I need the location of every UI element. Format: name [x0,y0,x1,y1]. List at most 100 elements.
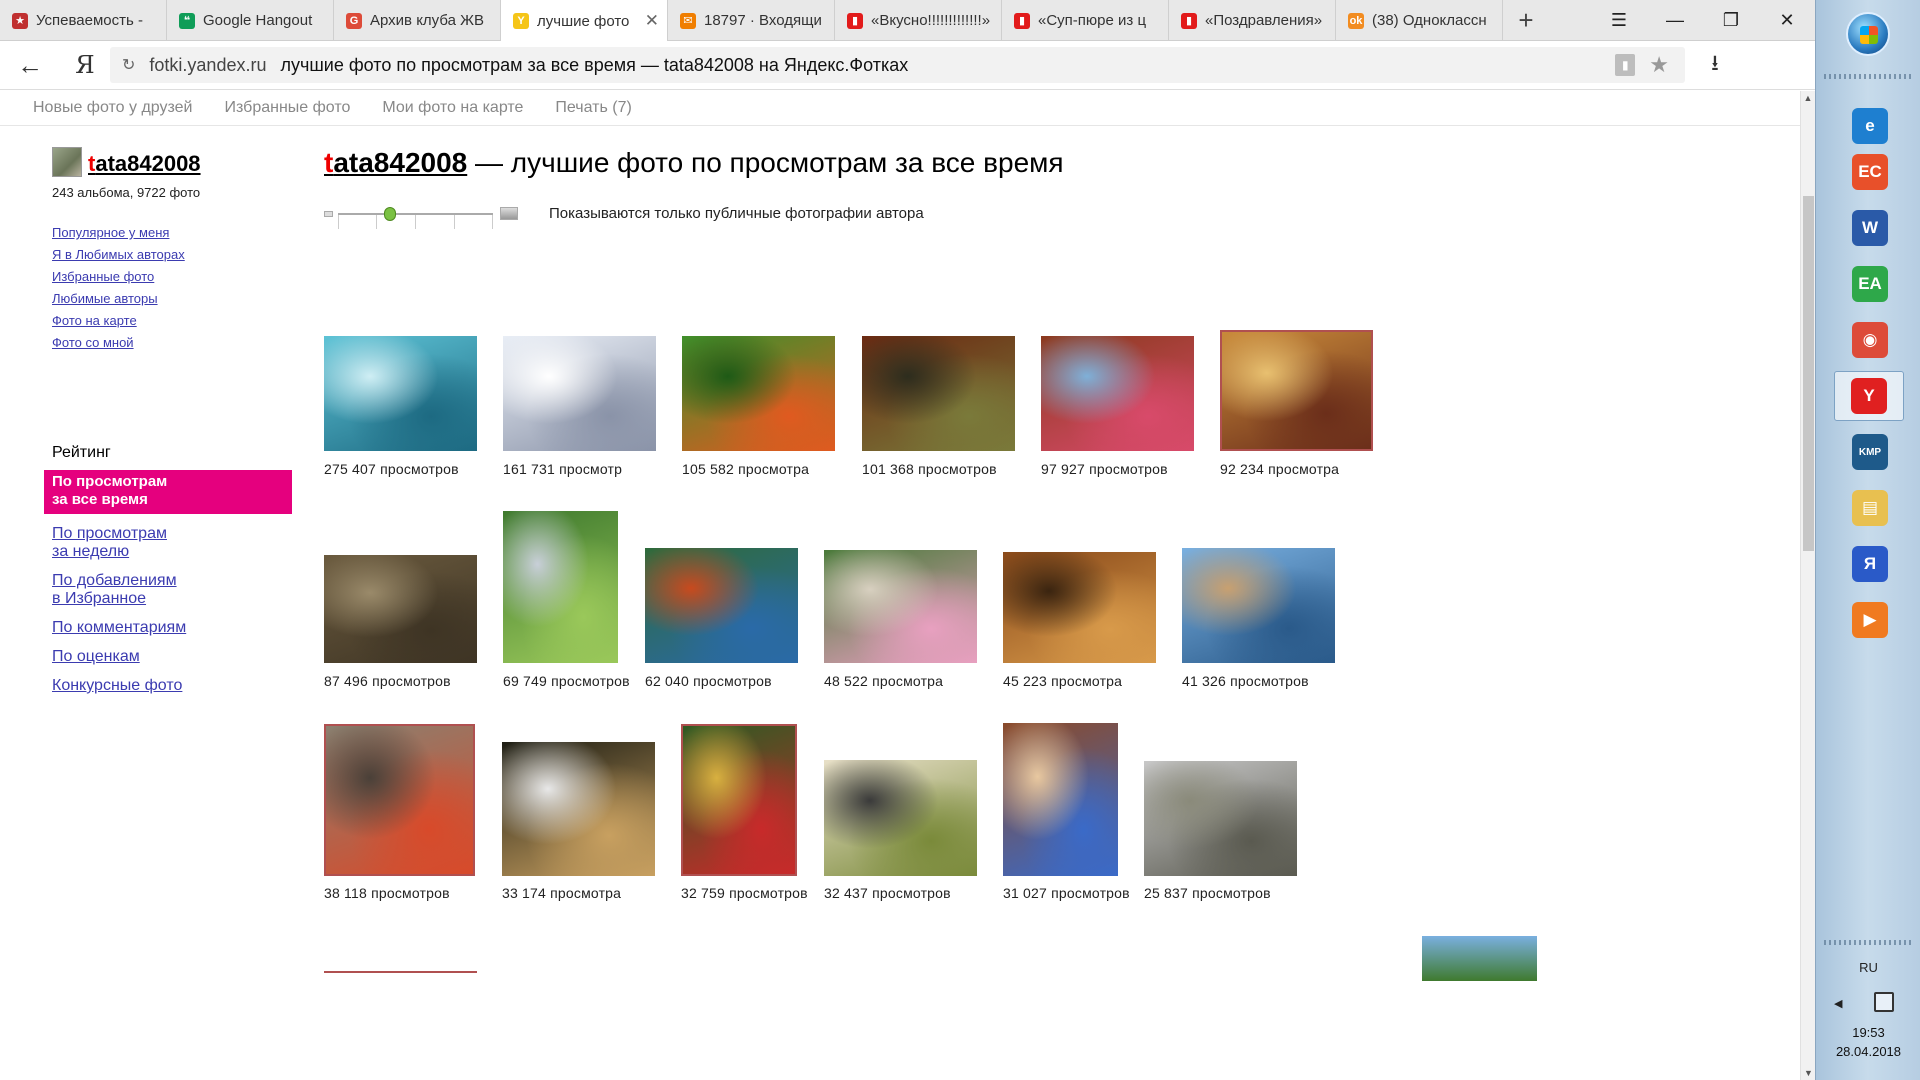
tab-0[interactable]: ★ Успеваемость - [0,0,167,41]
clock-date[interactable]: 28.04.2018 [1816,1044,1920,1059]
photo-thumbnail-bullfinch-branches[interactable] [324,724,475,876]
photo-thumbnail-red-green-leaves[interactable] [682,336,835,451]
rating-link-line1: По комментариям [52,619,187,636]
sidebar-link-2[interactable]: Избранные фото [52,266,304,288]
sidebar-link-0[interactable]: Популярное у меня [52,222,304,244]
tab-label: «Поздравления» [1205,12,1323,29]
sidebar-links: Популярное у меня Я в Любимых авторах Избр… [52,222,304,354]
sidebar-link-3[interactable]: Любимые авторы [52,288,304,310]
photo-thumbnail-christmas-tree[interactable] [681,724,797,876]
downloads-icon[interactable]: ⭳ [1685,41,1745,90]
new-tab-button[interactable]: + [1503,0,1549,40]
tab-5[interactable]: ▮ «Вкусно!!!!!!!!!!!!!» [835,0,1002,41]
tray-expand-icon[interactable]: ◀ [1834,997,1842,1010]
rating-link-1[interactable]: По добавлениям в Избранное [52,572,304,608]
photo-thumbnail-ring-sculpture-sea[interactable] [1182,548,1335,663]
minimize-button[interactable]: — [1647,0,1703,41]
url-field[interactable]: ↻ fotki.yandex.ru лучшие фото по просмот… [110,47,1685,83]
tab-6[interactable]: ▮ «Суп-пюре из ц [1002,0,1169,41]
taskbar-app[interactable]: EA [1850,264,1890,304]
tab-close-icon[interactable]: ✕ [645,11,659,31]
photo-thumbnail-slot-canyon[interactable] [1003,723,1118,876]
close-window-button[interactable]: ✕ [1759,0,1815,41]
user-stats: 243 альбома, 9722 фото [52,185,201,200]
taskbar-app-active[interactable]: Y [1834,371,1904,421]
photo-thumbnail-rose-bush-wall[interactable] [824,550,977,663]
photo-thumbnail-stonehenge[interactable] [1144,761,1297,876]
photo-thumbnail-hen-with-chick[interactable] [1003,552,1156,663]
language-indicator[interactable]: RU [1816,960,1920,975]
tab-3[interactable]: Yлучшие фото ✕ [501,0,668,42]
topnav-link-2[interactable]: Мои фото на карте [382,99,523,117]
network-icon[interactable] [1874,992,1894,1012]
restore-button[interactable]: ❐ [1703,0,1759,41]
photo-thumbnail-mountain-valley[interactable] [503,511,618,663]
lock-icon[interactable]: ▮ [1615,54,1636,76]
photo-thumbnail-partial[interactable] [1422,936,1537,981]
taskbar-app[interactable]: ▤ [1850,488,1890,528]
topnav-link-3[interactable]: Печать (7) [555,99,631,117]
photo-thumbnail-salad-dish[interactable] [824,760,977,876]
url-page-title: лучшие фото по просмотрам за все время —… [280,54,909,75]
tab-1[interactable]: ❝ Google Hangout [167,0,334,41]
photo-thumbnail-winter-forest-path[interactable] [503,336,656,451]
photo-thumbnail-pancake-stack[interactable] [1220,330,1373,451]
taskbar-app[interactable]: W [1850,208,1890,248]
explorer-icon: ▤ [1852,490,1888,526]
photo-thumbnail-red-sail-boat[interactable] [645,548,798,663]
yandex-logo-button[interactable]: Я [60,41,110,90]
topnav-link-0[interactable]: Новые фото у друзей [33,99,193,117]
photo-view-count: 25 837 просмотров [1144,885,1271,901]
avatar[interactable] [52,147,82,177]
tab-8[interactable]: ok (38) Одноклассн [1336,0,1503,41]
bookmark-star-icon[interactable]: ★ [1649,52,1669,78]
tab-favicon-icon: G [346,12,362,29]
tab-favicon-icon: ★ [12,12,28,29]
tab-label: лучшие фото [537,12,630,30]
rating-link-line2: в Избранное [52,590,147,607]
tab-7[interactable]: ▮ «Поздравления» [1169,0,1336,41]
tab-favicon-icon: Y [513,13,529,29]
rating-link-4[interactable]: Конкурсные фото [52,677,304,695]
rating-link-line1: По просмотрам [52,525,167,542]
photo-thumbnail-partial[interactable] [324,971,477,981]
reload-icon[interactable]: ↻ [122,55,135,75]
tab-2[interactable]: G Архив клуба ЖВ [334,0,501,41]
photo-thumbnail-frogs-in-pond[interactable] [324,555,477,663]
rating-link-2[interactable]: По комментариям [52,619,304,637]
clock-time[interactable]: 19:53 [1816,1025,1920,1040]
taskbar-app[interactable]: ◉ [1850,320,1890,360]
back-button[interactable]: ← [0,41,60,90]
rating-link-0[interactable]: По просмотрам за неделю [52,525,304,561]
start-button[interactable] [1846,12,1890,56]
photo-thumbnail-penguins-underwater[interactable] [324,336,477,451]
scroll-thumb[interactable] [1803,196,1814,551]
username-link[interactable]: tata842008 [88,151,201,177]
rating-link-line1: По оценкам [52,648,140,665]
sidebar-link-4[interactable]: Фото на карте [52,310,304,332]
taskbar-app[interactable]: KMP [1850,432,1890,472]
url-domain: fotki.yandex.ru [149,54,267,75]
page-scrollbar[interactable]: ▲ ▼ [1800,91,1815,1080]
photo-thumbnail-chestnuts[interactable] [862,336,1015,451]
scroll-up-arrow[interactable]: ▲ [1801,91,1815,105]
rating-heading: Рейтинг [52,444,111,461]
rating-link-3[interactable]: По оценкам [52,648,304,666]
topnav-link-1[interactable]: Избранные фото [225,99,351,117]
scroll-down-arrow[interactable]: ▼ [1801,1066,1815,1080]
tab-label: Google Hangout [203,12,313,29]
photo-thumbnail-arched-street[interactable] [502,742,655,876]
sidebar-link-5[interactable]: Фото со мной [52,332,304,354]
tab-4[interactable]: ✉ 18797 · Входящи [668,0,835,41]
taskbar-app[interactable]: e [1850,106,1890,146]
taskbar-app[interactable]: Я [1850,544,1890,584]
menu-button[interactable]: ☰ [1591,0,1647,41]
photo-view-count: 69 749 просмотров [503,673,630,689]
taskbar-app[interactable]: ▶ [1850,600,1890,640]
rating-item-all-time-active[interactable]: По просмотрам за все время [44,470,292,514]
photo-thumbnail-chapel-bridge-lucerne[interactable] [1041,336,1194,451]
sidebar-link-1[interactable]: Я в Любимых авторах [52,244,304,266]
taskbar-app[interactable]: EC [1850,152,1890,192]
chrome-icon: ◉ [1852,322,1888,358]
photo-view-count: 33 174 просмотра [502,885,622,901]
